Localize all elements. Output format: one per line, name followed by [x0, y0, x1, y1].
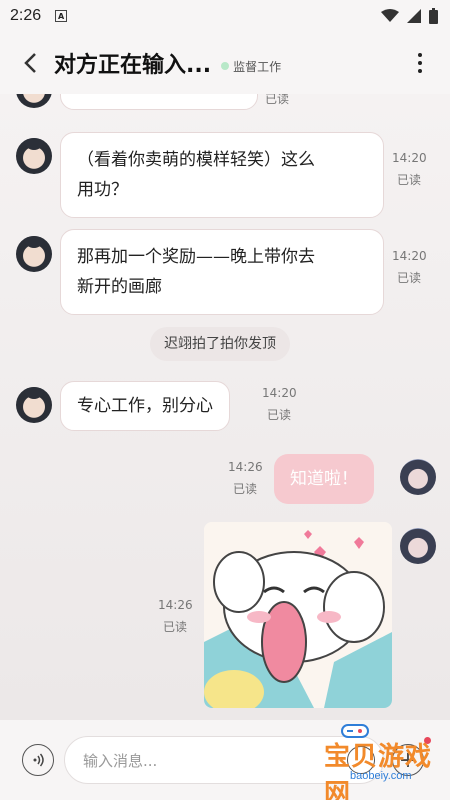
status-right — [381, 8, 438, 24]
avatar[interactable] — [16, 138, 52, 174]
wifi-icon — [381, 9, 399, 22]
sticker-image[interactable] — [204, 522, 392, 708]
avatar[interactable] — [16, 94, 52, 108]
user-avatar[interactable] — [400, 528, 436, 564]
status-bar: 2:26 A — [0, 0, 450, 32]
message-text: （看着你卖萌的模样轻笑）这么 — [77, 150, 315, 170]
chat-area[interactable]: 已读 （看着你卖萌的模样轻笑）这么 用功？ 14:20 已读 那再加一个奖励——… — [0, 94, 450, 720]
back-button[interactable] — [8, 41, 52, 85]
system-message: 迟翊拍了拍你发顶 — [150, 327, 290, 361]
status-label: 监督工作 — [233, 59, 282, 74]
message-bubble-partial[interactable] — [60, 94, 258, 110]
read-status: 已读 — [396, 173, 421, 187]
user-message-bubble[interactable]: 知道啦！ — [274, 454, 374, 504]
read-status: 已读 — [266, 408, 291, 422]
more-dot-icon — [418, 53, 422, 57]
more-dot-icon — [418, 69, 422, 73]
avatar[interactable] — [16, 236, 52, 272]
message-time: 14:20 — [392, 151, 427, 165]
voice-wave-icon — [33, 753, 44, 767]
message-bubble[interactable]: 专心工作，别分心 — [60, 381, 230, 431]
watermark-url: baobeiy.com — [350, 770, 412, 782]
dog-sticker-icon — [204, 522, 392, 708]
watermark-text: 宝贝游戏网 — [324, 742, 433, 800]
accessibility-a-icon: A — [55, 10, 68, 22]
page-title: 对方正在输入... — [54, 53, 212, 78]
more-dot-icon — [418, 61, 422, 65]
message-text: 专心工作，别分心 — [77, 396, 213, 416]
message-text: 新开的画廊 — [77, 277, 162, 297]
status-time: 2:26 — [10, 7, 42, 24]
message-meta: 14:26 已读 — [158, 594, 193, 638]
chevron-left-icon — [24, 53, 36, 73]
message-meta: 14:20 已读 — [392, 245, 427, 289]
message-meta: 已读 — [262, 94, 292, 110]
avatar[interactable] — [16, 387, 52, 423]
message-time: 14:26 — [228, 460, 263, 474]
message-meta: 14:26 已读 — [228, 456, 263, 500]
read-status: 已读 — [396, 271, 421, 285]
signal-icon — [407, 9, 421, 23]
message-meta: 14:20 已读 — [262, 382, 297, 426]
message-time: 14:20 — [262, 386, 297, 400]
read-status: 已读 — [232, 482, 257, 496]
user-avatar[interactable] — [400, 459, 436, 495]
chat-header: 对方正在输入... 监督工作 — [0, 32, 450, 94]
message-bubble[interactable]: 那再加一个奖励——晚上带你去 新开的画廊 — [60, 229, 384, 315]
message-meta: 14:20 已读 — [392, 147, 427, 191]
message-time: 14:26 — [158, 598, 193, 612]
character-status: 监督工作 — [221, 58, 281, 75]
message-text: 用功？ — [77, 180, 128, 200]
status-dot-icon — [221, 62, 230, 70]
message-time: 14:20 — [392, 249, 427, 263]
read-status: 已读 — [264, 94, 289, 106]
voice-input-button[interactable] — [22, 744, 54, 776]
message-text: 那再加一个奖励——晚上带你去 — [77, 247, 315, 267]
battery-icon — [429, 8, 438, 24]
message-bubble[interactable]: （看着你卖萌的模样轻笑）这么 用功？ — [60, 132, 384, 218]
read-status: 已读 — [162, 620, 187, 634]
message-input-placeholder: 输入消息... — [83, 751, 158, 770]
watermark-logo: 宝贝游戏网 baobeiy.com — [300, 724, 440, 800]
more-options-button[interactable] — [408, 43, 432, 83]
